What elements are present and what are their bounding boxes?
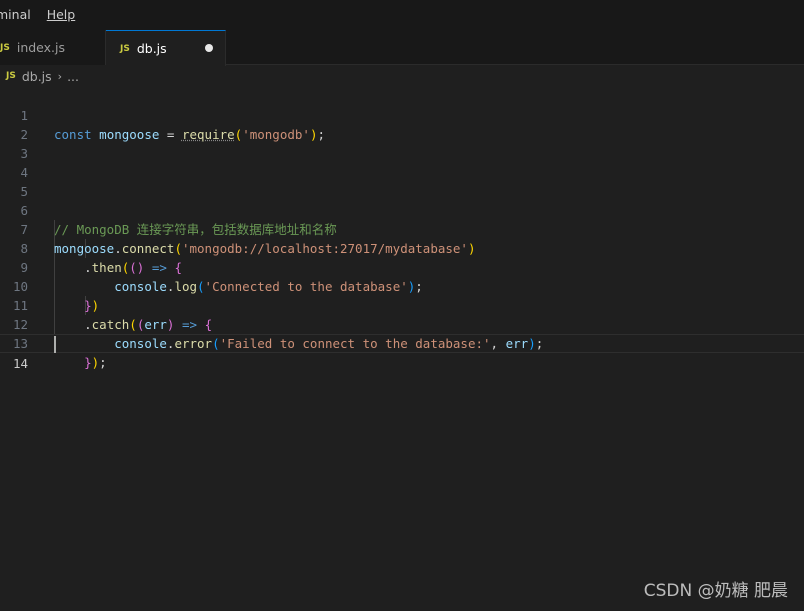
code-line: 13 }); — [0, 315, 804, 370]
javascript-file-icon: JS — [0, 42, 10, 53]
code-line: 2 — [0, 106, 804, 142]
tab-label: index.js — [16, 40, 66, 55]
tab-label: db.js — [136, 41, 167, 56]
line-number: 14 — [12, 356, 28, 371]
code-editor[interactable]: 1 const mongoose = require('mongodb'); 2… — [0, 87, 804, 611]
vscode-window: minal Help JS index.js JS db.js JS db.js… — [0, 0, 804, 611]
code-line: 10 }) — [0, 258, 804, 313]
breadcrumb-file[interactable]: db.js — [22, 69, 52, 84]
watermark: CSDN @奶糖 肥晨 — [643, 581, 788, 601]
code-line: 1 const mongoose = require('mongodb'); — [0, 87, 804, 142]
tab-db-js[interactable]: JS db.js — [106, 30, 226, 66]
code-line-current: 14 — [0, 334, 804, 371]
javascript-file-icon: JS — [6, 71, 16, 81]
code-line: 7 mongoose.connect('mongodb://localhost:… — [0, 201, 804, 256]
code-line: 5 — [0, 163, 804, 199]
javascript-file-icon: JS — [120, 43, 130, 54]
code-line: 11 .catch((err) => { — [0, 277, 804, 332]
code-line: 6 // MongoDB 连接字符串，包括数据库地址和名称 — [0, 182, 804, 237]
code-line: 8 .then(() => { — [0, 220, 804, 275]
breadcrumb: JS db.js › ... — [0, 66, 804, 86]
menu-bar: minal Help — [0, 0, 804, 30]
line-content: }); — [84, 355, 107, 370]
text-cursor — [54, 336, 56, 353]
tab-index-js[interactable]: JS index.js — [0, 30, 106, 65]
menu-terminal-label: minal — [0, 7, 31, 22]
menu-help[interactable]: Help — [39, 0, 84, 30]
code-line: 9 console.log('Connected to the database… — [0, 239, 804, 294]
editor-tab-bar: JS index.js JS db.js — [0, 30, 804, 66]
menu-help-label: Help — [46, 7, 76, 22]
code-line: 3 — [0, 125, 804, 161]
code-line: 12 console.error('Failed to connect to t… — [0, 296, 804, 351]
menu-terminal[interactable]: minal — [0, 0, 39, 30]
code-line: 4 — [0, 144, 804, 180]
breadcrumb-symbols[interactable]: ... — [67, 69, 79, 84]
chevron-right-icon: › — [57, 69, 63, 83]
unsaved-changes-dot-icon[interactable] — [205, 44, 213, 52]
